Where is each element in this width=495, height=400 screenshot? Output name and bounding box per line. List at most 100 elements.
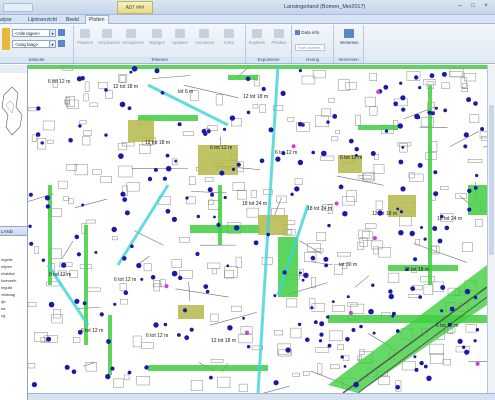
kopieren-button[interactable]: Kopiëren [248, 27, 266, 51]
chevron-down-icon[interactable]: ▾ [49, 30, 55, 36]
building-outline [207, 262, 221, 270]
verversen-button[interactable]: Verversen [338, 27, 360, 51]
tree-marker [210, 192, 215, 197]
green-area [218, 185, 222, 245]
close-icon[interactable]: × [481, 2, 491, 11]
tree-marker [368, 308, 374, 315]
building-outline [328, 97, 335, 103]
tree-marker [71, 369, 77, 375]
tree-marker [61, 262, 67, 268]
vertical-scrollbar[interactable] [487, 65, 495, 393]
tree-marker [331, 300, 335, 303]
tree-marker [449, 306, 455, 312]
overview-map[interactable] [0, 65, 27, 227]
building-outline [359, 349, 365, 355]
tree-marker [111, 226, 117, 233]
building-outline [355, 114, 362, 126]
tree-marker [426, 375, 432, 381]
building-outline [28, 363, 36, 369]
quick-access-toolbar[interactable] [3, 3, 33, 12]
building-outline [449, 71, 463, 77]
wijzigen-button[interactable]: Wijzigen [148, 27, 166, 51]
scrollbar-thumb[interactable] [489, 105, 494, 255]
tree-marker [384, 129, 389, 133]
plakken-button[interactable]: Plakken [270, 27, 288, 51]
highlight-marker [164, 284, 169, 289]
map-label: 6 tot 12 m [146, 333, 168, 339]
tree-marker [222, 127, 227, 131]
street-line [354, 275, 370, 288]
zoom-combo[interactable]: <volg laag> ▾ [12, 40, 56, 48]
building-outline [83, 130, 92, 136]
group-label-tekenen: Tekenen [74, 57, 245, 63]
tree-marker [433, 170, 438, 175]
building-outline [442, 359, 451, 366]
updaten-button[interactable]: Updaten [171, 27, 189, 51]
tree-marker [399, 81, 403, 85]
chevron-down-icon[interactable]: ▾ [49, 41, 55, 47]
list-item[interactable]: ea [1, 307, 5, 311]
tree-marker [105, 373, 111, 380]
list-item[interactable]: nhabitat [1, 272, 15, 276]
map-canvas[interactable]: 6 tot 12 m 12 tot 18 m 18 tot 24 m tot 30 m… [28, 65, 487, 393]
list-item[interactable]: veldslag [1, 293, 15, 297]
building-outline [378, 246, 391, 258]
tree-marker [462, 345, 466, 349]
minimize-icon[interactable]: – [455, 2, 465, 11]
info-icon [295, 30, 300, 36]
tree-marker [253, 240, 259, 246]
tab-beeld[interactable]: Beeld [66, 16, 79, 24]
verwijderen-button[interactable]: Verwijderen [122, 27, 144, 51]
building-outline [98, 82, 108, 89]
building-outline [406, 71, 421, 81]
extra-button[interactable]: Extra [220, 27, 238, 51]
refresh-icon [344, 29, 354, 38]
map-label: 12 tot 18 m [211, 338, 236, 344]
list-item[interactable]: lijn [1, 300, 6, 304]
street-line [139, 255, 150, 264]
tree-marker [68, 138, 73, 143]
tree-marker [282, 270, 287, 275]
tree-marker [319, 332, 324, 337]
layer-panel-header: LAND [0, 227, 27, 236]
building-outline [317, 363, 323, 375]
building-outline [179, 237, 190, 243]
building-outline [441, 82, 450, 89]
list-item[interactable]: regulie [1, 286, 12, 290]
building-outline [274, 330, 284, 336]
building-outline [335, 129, 341, 134]
tree-marker [401, 146, 405, 149]
data-info-button[interactable]: Data info [295, 30, 319, 36]
tree-marker [297, 159, 304, 166]
maximize-icon[interactable]: □ [468, 2, 478, 11]
quick-search-input[interactable]: Snel zoeken... [295, 44, 325, 51]
list-item[interactable]: hoeveelh [1, 279, 16, 283]
tree-marker [351, 328, 356, 332]
tree-marker [40, 141, 44, 145]
zoom-icon[interactable] [58, 40, 65, 47]
tree-marker [229, 115, 236, 121]
tree-marker [127, 370, 132, 375]
list-item[interactable]: nlijnen [1, 265, 12, 269]
annoteren-button[interactable]: Annoteren [195, 27, 214, 51]
filter-icon[interactable] [58, 29, 65, 36]
building-outline [409, 173, 424, 182]
select-tool-icon[interactable] [2, 28, 10, 50]
verplaatsen-button[interactable]: Verplaatsen [98, 27, 120, 51]
layers-combo[interactable]: <Alle lagen> ▾ [12, 29, 56, 37]
list-item[interactable]: regeler [1, 258, 13, 262]
map-svg[interactable]: 6 tot 12 m 12 tot 18 m 18 tot 24 m tot 30 m… [28, 65, 487, 393]
list-item[interactable]: ng [1, 314, 5, 318]
tree-marker [414, 75, 419, 80]
tab-analyse[interactable]: alyse [0, 16, 12, 24]
tree-marker [226, 264, 230, 268]
plaatsen-button[interactable]: Plaatsen [76, 27, 94, 51]
tab-lijstoverzicht[interactable]: Lijstoverzicht [28, 16, 57, 24]
building-outline [303, 371, 310, 376]
building-outline [132, 335, 142, 348]
window-title: Lansingerland (Bomen_Mei2017) [284, 4, 366, 10]
tree-marker [475, 173, 479, 178]
building-outline [387, 272, 400, 283]
tree-marker [444, 225, 450, 231]
title-bar: A07 ### Lansingerland (Bomen_Mei2017) – … [0, 0, 495, 15]
